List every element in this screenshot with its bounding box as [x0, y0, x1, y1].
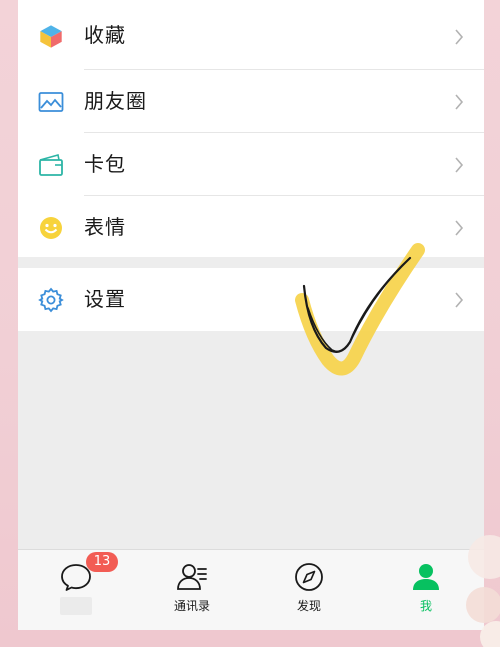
- compass-icon: [295, 563, 323, 591]
- menu-item-settings[interactable]: 设置: [18, 268, 484, 331]
- menu-item-stickers[interactable]: 表情: [18, 196, 484, 259]
- bottom-tab-bar: 13 通讯录 发现 我: [18, 549, 484, 630]
- chevron-right-icon: [455, 157, 464, 173]
- menu-group-main: 收藏 朋友圈 卡包 表情: [18, 0, 484, 257]
- contacts-icon: [177, 564, 207, 590]
- chevron-right-icon: [455, 29, 464, 45]
- menu-item-label: 表情: [84, 215, 126, 239]
- tab-chats[interactable]: 13: [18, 550, 134, 630]
- menu-item-label: 朋友圈: [84, 89, 147, 113]
- background-decoration: [466, 535, 500, 647]
- tab-discover[interactable]: 发现: [251, 550, 367, 630]
- menu-item-moments[interactable]: 朋友圈: [18, 70, 484, 133]
- chats-label-blurred: [60, 597, 92, 615]
- tab-label: 发现: [296, 599, 321, 613]
- menu-item-label: 卡包: [84, 152, 126, 176]
- person-icon: [413, 564, 439, 590]
- chevron-right-icon: [455, 292, 464, 308]
- tab-contacts[interactable]: 通讯录: [134, 550, 250, 630]
- menu-item-favorites[interactable]: 收藏: [18, 7, 484, 70]
- smiley-face-icon: [40, 217, 62, 239]
- unread-badge: 13: [86, 552, 118, 572]
- card-wallet-icon: [39, 153, 63, 176]
- phone-screen: 收藏 朋友圈 卡包 表情 设置 13 通讯录 发现 我: [18, 0, 484, 630]
- menu-item-cards[interactable]: 卡包: [18, 133, 484, 196]
- favorites-cube-icon: [39, 24, 63, 49]
- gear-icon: [38, 287, 64, 313]
- chevron-right-icon: [455, 94, 464, 110]
- chevron-right-icon: [455, 220, 464, 236]
- menu-item-label: 设置: [84, 287, 126, 311]
- menu-group-settings: 设置: [18, 268, 484, 331]
- moments-picture-icon: [38, 92, 64, 112]
- menu-item-label: 收藏: [84, 23, 126, 47]
- tab-label: 通讯录: [173, 599, 210, 613]
